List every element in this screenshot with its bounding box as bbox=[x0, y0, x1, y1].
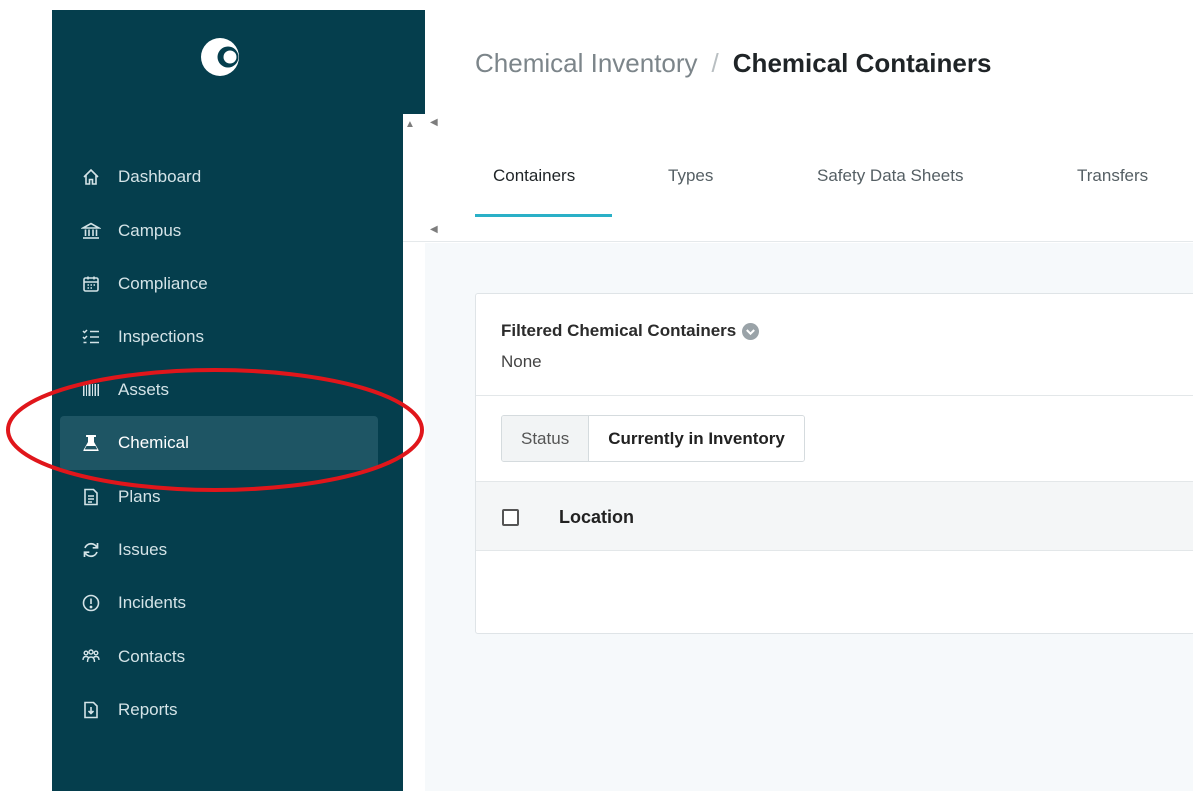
refresh-icon bbox=[80, 539, 102, 561]
divider bbox=[476, 395, 1193, 396]
calendar-icon bbox=[80, 273, 102, 295]
sidebar-item-label: Dashboard bbox=[118, 167, 202, 186]
status-filter-chip[interactable]: Status Currently in Inventory bbox=[501, 415, 805, 462]
breadcrumb-separator: / bbox=[711, 48, 719, 78]
chip-label: Status bbox=[502, 416, 590, 461]
sidebar-item-dashboard[interactable]: Dashboard bbox=[60, 150, 378, 204]
tab-scroll-strip: ◀ bbox=[403, 220, 1193, 242]
document-icon bbox=[80, 486, 102, 508]
tab-safety-data-sheets[interactable]: Safety Data Sheets bbox=[817, 166, 963, 186]
sidebar-item-reports[interactable]: Reports bbox=[60, 683, 378, 737]
sidebar-item-plans[interactable]: Plans bbox=[60, 470, 378, 524]
filter-value: None bbox=[501, 352, 542, 371]
barcode-icon bbox=[80, 379, 102, 401]
column-header-location[interactable]: Location bbox=[559, 507, 634, 528]
chip-value: Currently in Inventory bbox=[589, 416, 804, 461]
caret-left-icon[interactable]: ◀ bbox=[430, 118, 438, 128]
caret-up-icon[interactable]: ▲ bbox=[405, 120, 415, 130]
building-columns-icon bbox=[80, 220, 102, 242]
chevron-down-icon[interactable] bbox=[742, 322, 760, 340]
main-content: Filtered Chemical Containers None Status… bbox=[425, 243, 1193, 791]
home-icon bbox=[80, 166, 102, 188]
table-header: Location bbox=[476, 481, 1193, 551]
logo-header bbox=[52, 10, 425, 114]
sidebar-item-label: Compliance bbox=[118, 274, 208, 293]
select-all-checkbox[interactable] bbox=[502, 509, 519, 526]
scroll-left-icon[interactable]: ◀ bbox=[430, 225, 438, 235]
app-logo[interactable] bbox=[200, 35, 244, 79]
people-icon bbox=[80, 646, 102, 668]
active-tab-indicator bbox=[475, 214, 612, 217]
sidebar-item-label: Issues bbox=[118, 540, 168, 559]
collapse-strip: ▲ ◀ bbox=[403, 114, 1193, 136]
page-header: Chemical Inventory / Chemical Containers bbox=[425, 10, 1193, 114]
breadcrumb-parent-link[interactable]: Chemical Inventory bbox=[475, 48, 698, 78]
sidebar-item-incidents[interactable]: Incidents bbox=[60, 576, 378, 630]
sidebar-item-inspections[interactable]: Inspections bbox=[60, 310, 378, 364]
checklist-icon bbox=[80, 326, 102, 348]
sidebar-item-issues[interactable]: Issues bbox=[60, 523, 378, 577]
sidebar-item-label: Chemical bbox=[118, 433, 189, 452]
sidebar-item-label: Contacts bbox=[118, 647, 186, 666]
sidebar-item-label: Plans bbox=[118, 487, 161, 506]
filter-header[interactable]: Filtered Chemical Containers bbox=[501, 321, 760, 341]
report-download-icon bbox=[80, 699, 102, 721]
sidebar-item-label: Incidents bbox=[118, 593, 187, 612]
alert-circle-icon bbox=[80, 592, 102, 614]
tab-transfers[interactable]: Transfers bbox=[1077, 166, 1148, 186]
sidebar: Dashboard Campus Compliance Inspections bbox=[52, 10, 403, 791]
containers-card: Filtered Chemical Containers None Status… bbox=[475, 293, 1193, 634]
sidebar-item-assets[interactable]: Assets bbox=[60, 363, 378, 417]
sidebar-item-label: Inspections bbox=[118, 327, 204, 346]
sidebar-item-label: Reports bbox=[118, 700, 178, 719]
sidebar-item-label: Assets bbox=[118, 380, 170, 399]
sidebar-item-label: Campus bbox=[118, 221, 182, 240]
page-title: Chemical Containers bbox=[732, 48, 992, 78]
tab-types[interactable]: Types bbox=[668, 166, 713, 186]
filter-title: Filtered Chemical Containers bbox=[501, 321, 737, 340]
tab-containers[interactable]: Containers bbox=[493, 166, 575, 186]
tab-bar: Containers Types Safety Data Sheets Tran… bbox=[425, 136, 1193, 220]
sidebar-item-chemical[interactable]: Chemical bbox=[60, 416, 378, 470]
breadcrumb: Chemical Inventory / Chemical Containers bbox=[475, 48, 991, 79]
sidebar-item-contacts[interactable]: Contacts bbox=[60, 630, 378, 684]
flask-icon bbox=[80, 432, 102, 454]
sidebar-item-campus[interactable]: Campus bbox=[60, 204, 378, 258]
sidebar-item-compliance[interactable]: Compliance bbox=[60, 257, 378, 311]
